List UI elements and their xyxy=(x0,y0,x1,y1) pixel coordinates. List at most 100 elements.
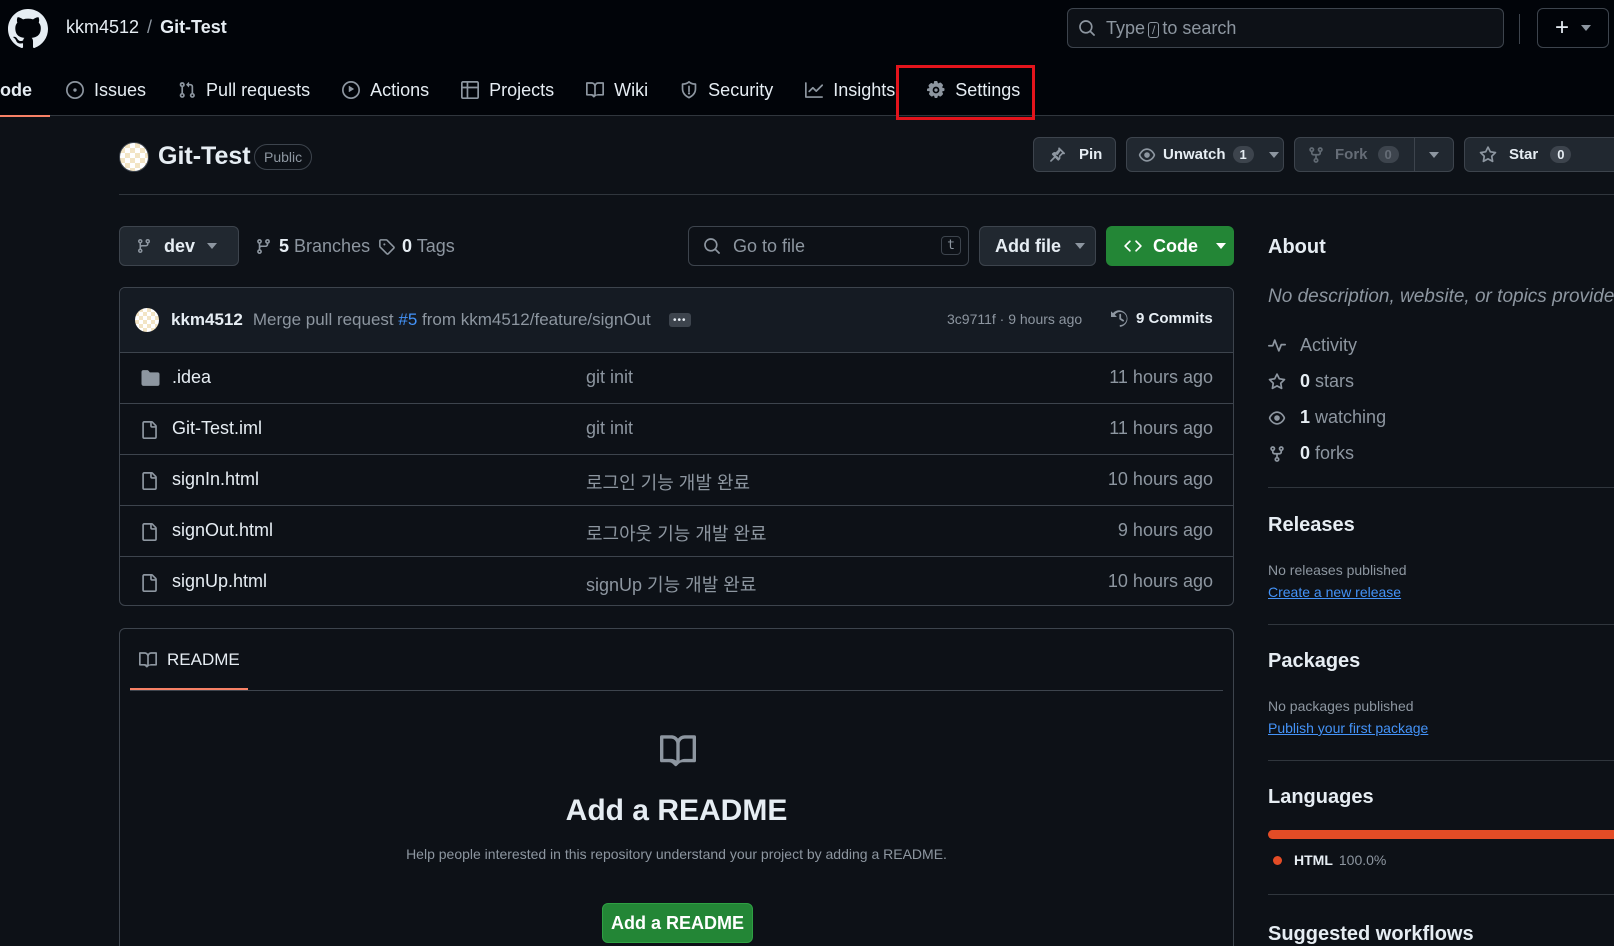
repo-owner-avatar xyxy=(119,142,149,172)
commits-history-link[interactable]: 9 Commits xyxy=(1111,309,1213,328)
global-search-input[interactable]: Type / to search xyxy=(1067,8,1504,48)
file-commit-message[interactable]: 로그아웃 기능 개발 완료 xyxy=(586,520,767,546)
file-updated-time: 11 hours ago xyxy=(1109,418,1213,438)
tab-issues-label: Issues xyxy=(94,79,147,100)
caret-down-icon xyxy=(1581,25,1591,31)
stars-link[interactable]: 0 stars xyxy=(1268,371,1354,392)
tab-insights[interactable]: Insights xyxy=(789,64,911,116)
eye-icon xyxy=(1268,409,1286,427)
add-file-label: Add file xyxy=(995,235,1061,256)
sidebar-divider xyxy=(1268,894,1614,895)
repo-header-divider xyxy=(119,194,1614,195)
pr-link[interactable]: #5 xyxy=(398,310,417,329)
tab-pull-requests[interactable]: Pull requests xyxy=(162,64,326,116)
forks-count: 0 xyxy=(1300,443,1311,463)
star-icon xyxy=(1479,145,1497,164)
code-button[interactable]: Code xyxy=(1106,226,1234,266)
tab-insights-label: Insights xyxy=(833,79,896,100)
watching-label: watching xyxy=(1315,407,1387,427)
commits-label: Commits xyxy=(1148,310,1213,327)
releases-heading[interactable]: Releases xyxy=(1268,514,1355,537)
star-button[interactable]: Star 0 xyxy=(1464,137,1614,172)
tab-wiki[interactable]: Wiki xyxy=(570,64,664,116)
fork-button[interactable]: Fork 0 xyxy=(1295,138,1415,171)
tags-link[interactable]: 0 Tags xyxy=(378,236,455,257)
publish-package-link[interactable]: Publish your first package xyxy=(1268,720,1428,736)
commit-meta[interactable]: 3c9711f · 9 hours ago xyxy=(947,311,1082,327)
go-to-file-placeholder: Go to file xyxy=(733,235,806,256)
tab-security[interactable]: Security xyxy=(664,64,789,116)
tags-label: Tags xyxy=(416,236,455,256)
caret-down-icon xyxy=(1216,243,1226,249)
search-shortcut-key: / xyxy=(1148,21,1160,38)
latest-commit-bar: kkm4512 Merge pull request #5 from kkm45… xyxy=(120,288,1233,353)
table-row[interactable]: .idea git init 11 hours ago xyxy=(120,353,1233,404)
file-commit-message[interactable]: git init xyxy=(586,418,633,439)
file-name[interactable]: .idea xyxy=(172,367,211,388)
tab-issues[interactable]: Issues xyxy=(50,64,162,116)
table-row[interactable]: signOut.html 로그아웃 기능 개발 완료 9 hours ago xyxy=(120,506,1233,557)
packages-heading[interactable]: Packages xyxy=(1268,650,1360,673)
activity-link[interactable]: Activity xyxy=(1268,335,1357,356)
add-file-button[interactable]: Add file xyxy=(979,226,1096,266)
tab-code[interactable]: ode xyxy=(0,64,51,117)
unwatch-button[interactable]: Unwatch 1 xyxy=(1126,137,1284,172)
add-readme-button[interactable]: Add a README xyxy=(602,903,753,943)
go-to-file-input[interactable]: Go to file t xyxy=(688,226,969,266)
book-icon xyxy=(657,733,699,769)
file-commit-message[interactable]: 로그인 기능 개발 완료 xyxy=(586,469,750,495)
avatar[interactable] xyxy=(135,308,159,332)
fork-button-group: Fork 0 xyxy=(1294,137,1454,172)
file-updated-time: 10 hours ago xyxy=(1107,469,1213,489)
sidebar-divider xyxy=(1268,487,1614,488)
file-name[interactable]: Git-Test.iml xyxy=(172,418,262,439)
commit-message[interactable]: Merge pull request #5 from kkm4512/featu… xyxy=(253,310,651,330)
language-percent: 100.0% xyxy=(1338,852,1387,868)
branches-link[interactable]: 5 Branches xyxy=(255,236,370,257)
visibility-badge: Public xyxy=(254,144,313,170)
table-row[interactable]: Git-Test.iml git init 11 hours ago xyxy=(120,404,1233,455)
tab-readme[interactable]: README xyxy=(130,629,248,690)
issue-opened-icon xyxy=(66,81,85,99)
file-commit-message[interactable]: signUp 기능 개발 완료 xyxy=(586,571,756,597)
file-name[interactable]: signUp.html xyxy=(172,571,267,592)
tab-projects-label: Projects xyxy=(489,79,555,100)
watching-link[interactable]: 1 watching xyxy=(1268,407,1386,428)
file-icon xyxy=(140,471,158,491)
commit-author[interactable]: kkm4512 xyxy=(171,310,243,330)
code-icon xyxy=(1123,237,1143,255)
breadcrumb-repo[interactable]: Git-Test xyxy=(160,17,227,38)
file-name[interactable]: signOut.html xyxy=(172,520,273,541)
github-logo-icon[interactable] xyxy=(8,9,48,49)
branch-select-button[interactable]: dev xyxy=(119,226,239,266)
forks-link[interactable]: 0 forks xyxy=(1268,443,1354,464)
breadcrumb-separator: / xyxy=(147,17,153,37)
table-row[interactable]: signUp.html signUp 기능 개발 완료 10 hours ago xyxy=(120,557,1233,605)
breadcrumb-owner[interactable]: kkm4512 xyxy=(66,17,139,38)
languages-heading: Languages xyxy=(1268,786,1374,808)
git-branch-icon xyxy=(136,238,152,254)
packages-empty-text: No packages published xyxy=(1268,698,1414,714)
caret-down-icon xyxy=(207,243,218,249)
create-release-link[interactable]: Create a new release xyxy=(1268,584,1401,600)
play-icon xyxy=(342,81,361,99)
tab-code-label: ode xyxy=(0,79,33,100)
file-rows: .idea git init 11 hours ago Git-Test.iml git… xyxy=(120,353,1233,605)
create-new-button[interactable]: + xyxy=(1537,8,1609,48)
fork-dropdown-button[interactable] xyxy=(1415,151,1453,158)
tab-projects[interactable]: Projects xyxy=(445,64,570,116)
file-name[interactable]: signIn.html xyxy=(172,469,259,490)
repo-title[interactable]: Git-Test xyxy=(158,142,251,171)
sidebar-divider xyxy=(1268,624,1614,625)
caret-down-icon xyxy=(1075,243,1085,249)
star-icon xyxy=(1268,372,1286,391)
language-item[interactable]: HTML 100.0% xyxy=(1273,852,1386,868)
table-row[interactable]: signIn.html 로그인 기능 개발 완료 10 hours ago xyxy=(120,455,1233,506)
file-commit-message[interactable]: git init xyxy=(586,367,633,388)
pin-button[interactable]: Pin xyxy=(1033,137,1116,172)
fork-icon xyxy=(1268,445,1286,463)
commit-expand-button[interactable]: ••• xyxy=(668,313,691,327)
readme-panel: README Add a README Help people interest… xyxy=(119,628,1234,946)
tab-actions[interactable]: Actions xyxy=(326,64,445,116)
readme-divider xyxy=(130,690,1223,691)
